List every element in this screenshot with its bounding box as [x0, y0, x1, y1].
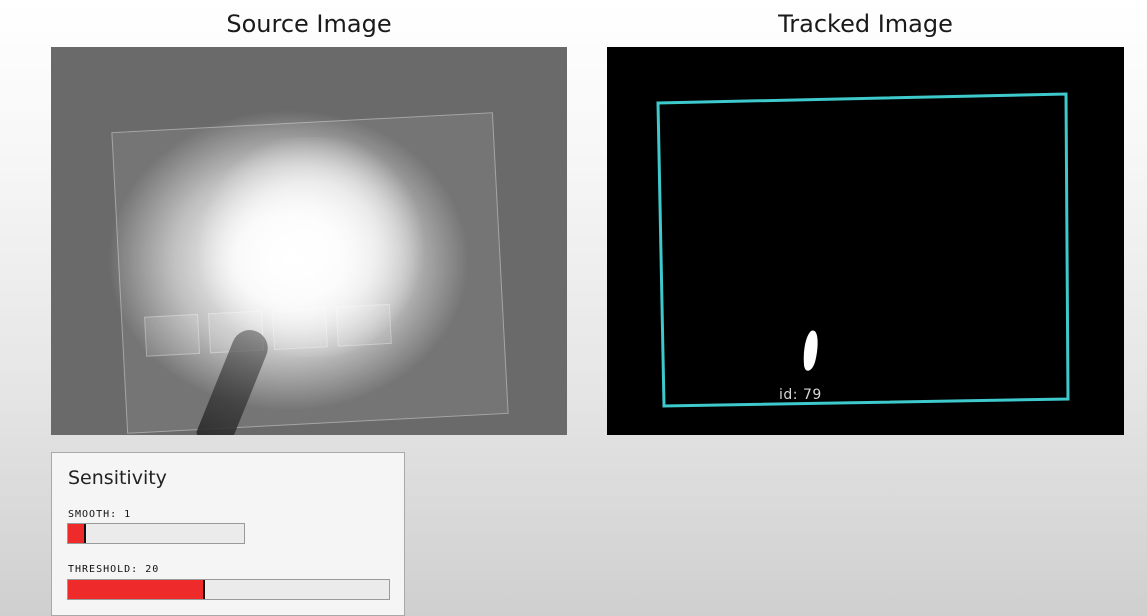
- smooth-slider-fill: [68, 524, 86, 543]
- threshold-slider[interactable]: [67, 579, 390, 600]
- tracked-image-view: id: 79: [607, 47, 1124, 435]
- threshold-slider-fill: [68, 580, 205, 599]
- calibration-boundary: [656, 92, 1070, 408]
- blob-id-label: id: 79: [779, 387, 822, 403]
- sensitivity-heading: Sensitivity: [68, 467, 167, 489]
- smooth-slider[interactable]: [67, 523, 245, 544]
- source-image-view: [51, 47, 567, 435]
- light-glare: [191, 137, 431, 357]
- tracked-image-title: Tracked Image: [778, 10, 953, 38]
- sensitivity-panel: Sensitivity SMOOTH: 1 THRESHOLD: 20: [51, 452, 405, 616]
- tracked-blob: [803, 330, 818, 371]
- smooth-label: SMOOTH: 1: [68, 509, 132, 520]
- threshold-label: THRESHOLD: 20: [68, 564, 160, 575]
- source-image-title: Source Image: [226, 10, 392, 38]
